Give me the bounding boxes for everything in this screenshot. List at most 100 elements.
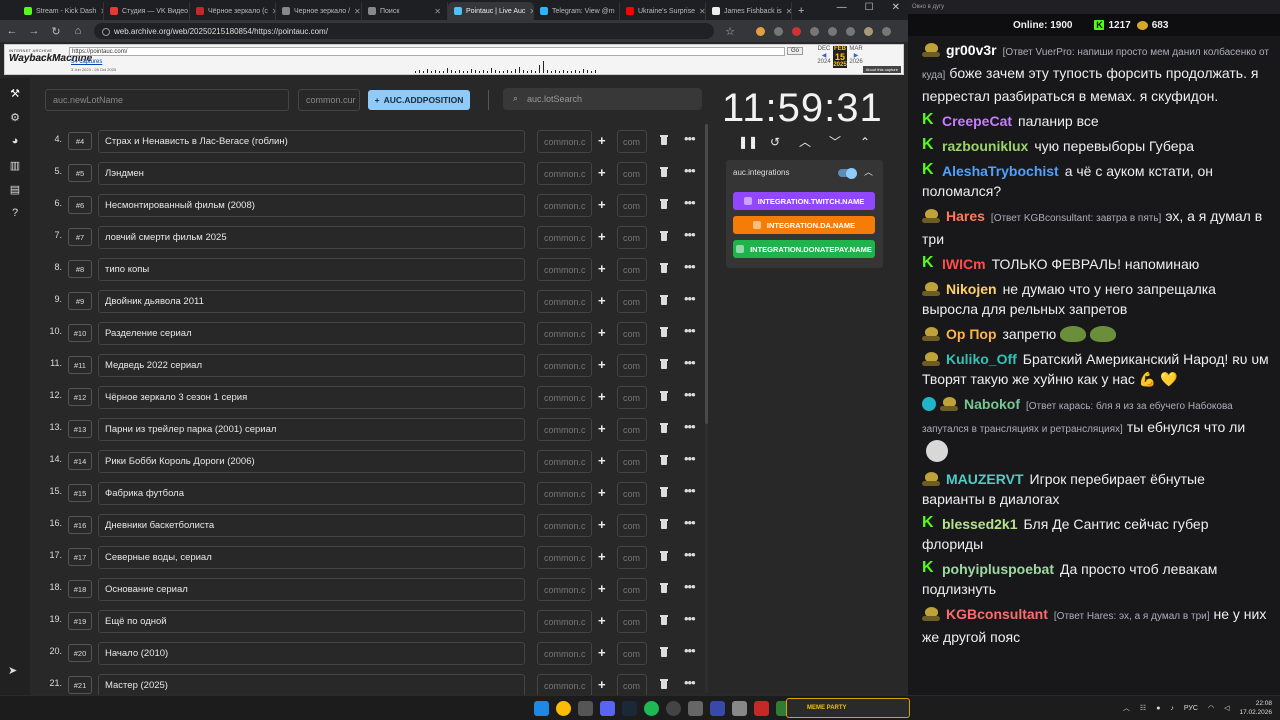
media-player-icon[interactable] xyxy=(710,701,725,716)
lot-name-input[interactable]: Основание сериал xyxy=(98,578,525,601)
lot-id[interactable]: #7 xyxy=(68,228,92,246)
capture-bar[interactable] xyxy=(595,70,596,73)
chevron-up-icon[interactable]: ︿ xyxy=(864,165,873,178)
browser-tab[interactable]: Студия — VK Видео✕ xyxy=(104,2,190,20)
tab-close-icon[interactable]: ✕ xyxy=(434,7,441,16)
lot-add-amount-input[interactable]: com xyxy=(617,194,647,217)
lot-id[interactable]: #4 xyxy=(68,132,92,150)
lot-add-amount-input[interactable]: com xyxy=(617,322,647,345)
chrome-icon[interactable] xyxy=(556,701,571,716)
tab-close-icon[interactable]: ✕ xyxy=(699,7,705,16)
capture-bar[interactable] xyxy=(495,70,496,73)
capture-bar[interactable] xyxy=(435,70,436,73)
chat-username[interactable]: CreepeCat xyxy=(942,113,1012,129)
extension-icon[interactable] xyxy=(792,26,801,36)
home-icon[interactable]: ⌂ xyxy=(72,25,84,37)
lot-add-amount-input[interactable]: com xyxy=(617,642,647,665)
capture-bar[interactable] xyxy=(511,71,512,73)
reset-icon[interactable]: ↺ xyxy=(768,135,782,149)
lot-name-input[interactable]: Фабрика футбола xyxy=(98,482,525,505)
capture-bar[interactable] xyxy=(591,71,592,73)
add-position-button[interactable]: + AUC.ADDPOSITION xyxy=(368,90,470,110)
delete-trash-icon[interactable] xyxy=(660,455,668,465)
capture-bar[interactable] xyxy=(463,71,464,73)
browser-tab[interactable]: Чёрное зеркало (с✕ xyxy=(190,2,276,20)
more-options-icon[interactable]: ••• xyxy=(684,227,696,242)
capture-bar[interactable] xyxy=(583,69,584,73)
volume-icon[interactable]: ♪ xyxy=(1170,705,1174,712)
capture-bar[interactable] xyxy=(555,70,556,73)
add-amount-icon[interactable]: + xyxy=(598,549,606,564)
chat-username[interactable]: Nabokof xyxy=(964,396,1020,412)
more-options-icon[interactable]: ••• xyxy=(684,387,696,402)
capture-bar[interactable] xyxy=(535,71,536,73)
add-amount-icon[interactable]: + xyxy=(598,517,606,532)
chat-username[interactable]: AleshaTrybochist xyxy=(942,163,1059,179)
more-options-icon[interactable]: ••• xyxy=(684,611,696,626)
lot-add-amount-input[interactable]: com xyxy=(617,162,647,185)
capture-bar[interactable] xyxy=(431,71,432,73)
close-icon[interactable]: ✕ xyxy=(892,2,900,13)
donatepay-integration-button[interactable]: INTEGRATION.DONATEPAY.NAME xyxy=(733,240,875,258)
capture-bar[interactable] xyxy=(423,71,424,73)
add-amount-icon[interactable]: + xyxy=(598,261,606,276)
lot-id[interactable]: #11 xyxy=(68,356,92,374)
more-options-icon[interactable]: ••• xyxy=(684,131,696,146)
add-amount-icon[interactable]: + xyxy=(598,133,606,148)
lot-id[interactable]: #17 xyxy=(68,548,92,566)
url-field[interactable]: web.archive.org/web/20250215180854/https… xyxy=(94,23,714,39)
more-options-icon[interactable]: ••• xyxy=(684,643,696,658)
lot-add-amount-input[interactable]: com xyxy=(617,258,647,281)
profile-avatar[interactable] xyxy=(864,26,873,36)
about-capture-button[interactable]: About this capture xyxy=(862,66,901,73)
lot-add-amount-input[interactable]: com xyxy=(617,290,647,313)
lot-amount-input[interactable]: common.c xyxy=(537,482,592,505)
lot-amount-input[interactable]: common.c xyxy=(537,162,592,185)
lot-add-amount-input[interactable]: com xyxy=(617,130,647,153)
delete-trash-icon[interactable] xyxy=(660,647,668,657)
capture-bar[interactable] xyxy=(455,71,456,73)
lot-amount-input[interactable]: common.c xyxy=(537,194,592,217)
lot-name-input[interactable]: Двойник дьявола 2011 xyxy=(98,290,525,313)
more-options-icon[interactable]: ••• xyxy=(684,451,696,466)
add-amount-icon[interactable]: + xyxy=(598,325,606,340)
capture-bar[interactable] xyxy=(523,70,524,73)
speaker-icon[interactable]: ◁ xyxy=(1224,704,1229,712)
capture-bar[interactable] xyxy=(459,70,460,73)
capture-bar[interactable] xyxy=(507,70,508,73)
capture-bar[interactable] xyxy=(551,71,552,73)
lot-name-input[interactable]: Парни из трейлер парка (2001) сериал xyxy=(98,418,525,441)
add-amount-icon[interactable]: + xyxy=(598,389,606,404)
menu-icon[interactable] xyxy=(882,26,891,36)
chat-username[interactable]: Op Пор xyxy=(946,326,997,342)
tab-close-icon[interactable]: ✕ xyxy=(354,7,361,16)
chat-username[interactable]: IWICm xyxy=(942,256,986,272)
scrollbar-thumb[interactable] xyxy=(705,124,708,424)
lot-add-amount-input[interactable]: com xyxy=(617,418,647,441)
delete-trash-icon[interactable] xyxy=(660,167,668,177)
start-windows-icon[interactable] xyxy=(534,701,549,716)
more-options-icon[interactable]: ••• xyxy=(684,419,696,434)
lot-id[interactable]: #13 xyxy=(68,420,92,438)
lot-name-input[interactable]: Чёрное зеркало 3 сезон 1 серия xyxy=(98,386,525,409)
app-icon[interactable] xyxy=(754,701,769,716)
add-amount-icon[interactable]: + xyxy=(598,357,606,372)
capture-bar[interactable] xyxy=(415,71,416,73)
add-amount-icon[interactable]: + xyxy=(598,229,606,244)
capture-bar[interactable] xyxy=(571,71,572,73)
delete-trash-icon[interactable] xyxy=(660,135,668,145)
lot-id[interactable]: #5 xyxy=(68,164,92,182)
clock[interactable]: 22:08 17.02.2026 xyxy=(1239,699,1272,717)
meme-party-widget[interactable]: MEME PARTY xyxy=(786,698,910,718)
lot-id[interactable]: #15 xyxy=(68,484,92,502)
more-options-icon[interactable]: ••• xyxy=(684,483,696,498)
delete-trash-icon[interactable] xyxy=(660,199,668,209)
lot-amount-input[interactable]: common.c xyxy=(537,450,592,473)
delete-trash-icon[interactable] xyxy=(660,679,668,689)
lot-amount-input[interactable]: common.c xyxy=(537,418,592,441)
settings-gear-icon[interactable]: ⚙ xyxy=(8,110,22,124)
add-amount-icon[interactable]: + xyxy=(598,197,606,212)
double-up-icon[interactable]: ⌃ xyxy=(858,135,872,149)
minimize-icon[interactable]: — xyxy=(837,2,847,13)
delete-trash-icon[interactable] xyxy=(660,391,668,401)
